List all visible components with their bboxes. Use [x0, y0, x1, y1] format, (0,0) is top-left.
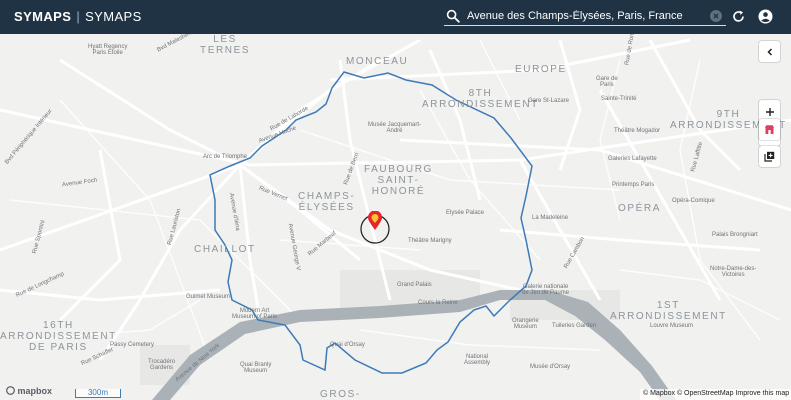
refresh-button[interactable]: [731, 9, 746, 24]
district-label: CHAMPS- ÉLYSÉES: [298, 191, 355, 213]
refresh-icon: [733, 10, 744, 22]
place-label: Grand Palais: [397, 282, 432, 288]
district-text: CHAILLOT: [194, 244, 256, 255]
top-bar: SYMAPS | SYMAPS: [0, 0, 791, 34]
search-icon: [446, 9, 460, 23]
district-text: 1ST ARRONDISSEMENT: [610, 300, 727, 322]
district-text: CHAMPS- ÉLYSÉES: [298, 191, 356, 213]
district-text: LES TERNES: [200, 34, 251, 56]
place-label: Elysée Palace: [446, 210, 485, 216]
account-button[interactable]: [758, 9, 773, 24]
district-label: GROS-: [320, 389, 361, 400]
district-label: 16TH ARRONDISSEMENT DE PARIS: [0, 320, 117, 353]
place-label: Théâtre Mogador: [614, 128, 661, 134]
mapbox-logo-text: mapbox: [17, 386, 53, 396]
place-label: Palais Brongniart: [712, 232, 758, 238]
chevron-left-icon: [766, 47, 772, 56]
district-label: CHAILLOT: [194, 244, 256, 255]
place-label: Hyatt Regency Paris Étoile: [88, 44, 128, 56]
place-label: Printemps Paris: [612, 182, 655, 188]
place-label: Trocadéro Gardens: [148, 359, 176, 371]
mapbox-mark-icon: [6, 386, 15, 395]
place-label: Modern Art Museum of Paris: [232, 308, 278, 320]
plus-icon: [765, 107, 774, 116]
close-icon: [713, 13, 719, 19]
place-label: Guimet Museum: [186, 294, 231, 300]
district-text: OPÉRA: [618, 203, 662, 214]
scale-bar: 300m: [75, 389, 121, 398]
search-input[interactable]: [467, 10, 707, 22]
brand-separator: |: [76, 9, 81, 24]
store-layer-button[interactable]: [759, 119, 780, 140]
location-pin-icon[interactable]: [367, 211, 383, 231]
district-text: 16TH ARRONDISSEMENT DE PARIS: [0, 320, 117, 353]
place-label: Arc de Triomphe: [203, 154, 248, 160]
add-layer-button[interactable]: [759, 146, 780, 167]
add-layer-icon: [764, 151, 775, 162]
place-label: Théâtre Marigny: [408, 238, 452, 244]
place-label: Passy Cemetery: [110, 342, 155, 348]
place-label: Quai Branly Museum: [240, 362, 272, 374]
place-label: Notre-Dame-des- Victoires: [710, 266, 757, 278]
place-label: Galeries Lafayette: [608, 156, 657, 162]
place-label: Orangerie Museum: [512, 318, 539, 330]
place-label: Galerie nationale de Jeu de Paume: [522, 284, 570, 296]
store-icon: [765, 125, 774, 134]
place-label: Opéra-Comique: [672, 198, 715, 204]
map-attribution[interactable]: © Mapbox © OpenStreetMap Improve this ma…: [640, 389, 791, 400]
district-label: LES TERNES: [200, 34, 250, 56]
place-label: La Madeleine: [532, 215, 569, 221]
district-label: 1ST ARRONDISSEMENT: [610, 300, 727, 322]
district-text: GROS-: [320, 389, 361, 400]
place-label: Gare St-Lazare: [528, 98, 570, 104]
place-label: Gare de Paris: [596, 76, 618, 88]
district-label: MONCEAU: [346, 56, 408, 67]
district-text: MONCEAU: [346, 56, 409, 67]
district-text: EUROPE: [515, 64, 567, 75]
street-label: Quai d'Orsay: [330, 342, 365, 348]
collapse-panel-button[interactable]: [759, 41, 780, 62]
mapbox-logo: mapbox: [6, 386, 52, 396]
street-label: Cours la Reine: [418, 300, 458, 306]
clear-search-button[interactable]: [710, 10, 722, 22]
map-view[interactable]: LES TERNES MONCEAU EUROPE 8TH ARRONDISSE…: [0, 34, 791, 400]
brand: SYMAPS | SYMAPS: [14, 9, 142, 24]
brand-primary: SYMAPS: [14, 9, 72, 24]
district-label: OPÉRA: [618, 203, 661, 214]
symaps-app: SYMAPS | SYMAPS Avenue des Champs-Élysée…: [0, 0, 791, 400]
brand-secondary: SYMAPS: [85, 9, 142, 24]
district-label: EUROPE: [515, 64, 567, 75]
district-label: 8TH ARRONDISSEMENT: [422, 88, 539, 110]
account-icon: [758, 9, 773, 24]
place-label: Louvre Museum: [650, 323, 694, 329]
district-label: FAUBOURG SAINT- HONORÉ: [364, 164, 433, 197]
district-text: FAUBOURG SAINT- HONORÉ: [364, 164, 433, 197]
place-label: Sainte-Trinité: [601, 96, 637, 102]
search-bar: [444, 7, 726, 26]
place-label: Tuileries Garden: [552, 323, 597, 329]
place-label: National Assembly: [464, 354, 491, 366]
place-label: Musée d'Orsay: [530, 364, 571, 370]
place-label: Musée Jacquemart- André: [368, 122, 422, 134]
district-text: 8TH ARRONDISSEMENT: [422, 88, 539, 110]
